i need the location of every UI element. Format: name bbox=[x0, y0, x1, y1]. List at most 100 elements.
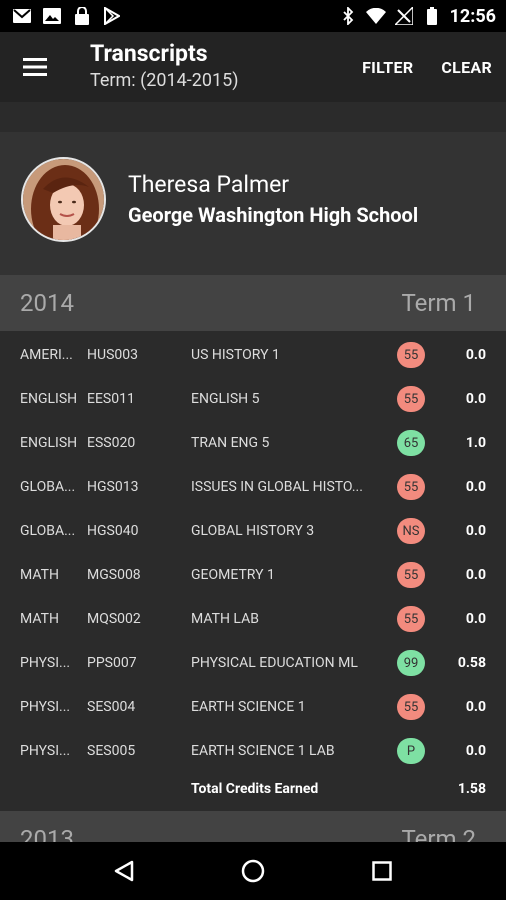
course-row[interactable]: ENGLISH ESS020 TRAN ENG 5 65 1.0 bbox=[0, 421, 506, 465]
course-title: ISSUES IN GLOBAL HISTO... bbox=[191, 479, 363, 495]
back-triangle-icon bbox=[115, 860, 134, 882]
course-row[interactable]: MATH MGS008 GEOMETRY 1 55 0.0 bbox=[0, 553, 506, 597]
home-button[interactable] bbox=[233, 851, 273, 891]
grade-badge: 55 bbox=[397, 386, 425, 412]
course-subject: PHYSI... bbox=[20, 655, 71, 671]
course-code: PPS007 bbox=[87, 655, 137, 671]
course-code: SES005 bbox=[87, 743, 136, 759]
lock-icon bbox=[72, 6, 92, 26]
profile-text: Theresa Palmer George Washington High Sc… bbox=[128, 170, 418, 230]
course-credit: 0.0 bbox=[465, 347, 486, 363]
course-subject: GLOBA... bbox=[20, 523, 76, 539]
course-code: MGS008 bbox=[87, 567, 141, 583]
top-spacer bbox=[0, 102, 506, 132]
student-name: Theresa Palmer bbox=[128, 170, 290, 198]
home-circle-icon bbox=[241, 859, 265, 883]
course-credit: 1.0 bbox=[465, 435, 486, 451]
term-header[interactable]: 2013 Term 2 bbox=[0, 811, 506, 842]
course-credit: 0.0 bbox=[465, 479, 486, 495]
course-subject: GLOBA... bbox=[20, 479, 76, 495]
course-credit: 0.0 bbox=[465, 391, 486, 407]
wifi-icon bbox=[365, 6, 386, 26]
course-title: PHYSICAL EDUCATION ML bbox=[191, 655, 358, 671]
menu-button[interactable] bbox=[0, 32, 70, 102]
course-credit: 0.0 bbox=[465, 743, 486, 759]
course-subject: MATH bbox=[20, 567, 59, 583]
system-icons: 12:56 bbox=[338, 6, 496, 27]
no-signal-icon bbox=[394, 6, 414, 26]
navigation-bar bbox=[0, 842, 506, 900]
course-subject: AMERI... bbox=[20, 347, 73, 363]
title-block: Transcripts Term: (2014-2015) bbox=[70, 40, 348, 94]
course-list: AMERI... HUS003 US HISTORY 1 55 0.0 ENGLISH EE… bbox=[0, 333, 506, 773]
course-title: EARTH SCIENCE 1 LAB bbox=[191, 743, 335, 759]
grade-badge: 65 bbox=[397, 430, 425, 456]
course-code: EES011 bbox=[87, 391, 135, 407]
term-year: 2014 bbox=[20, 289, 74, 317]
avatar bbox=[21, 157, 106, 242]
course-title: TRAN ENG 5 bbox=[191, 435, 270, 451]
status-time: 12:56 bbox=[449, 5, 496, 27]
course-code: MQS002 bbox=[87, 611, 141, 627]
course-row[interactable]: PHYSI... SES004 EARTH SCIENCE 1 55 0.0 bbox=[0, 685, 506, 729]
course-title: MATH LAB bbox=[191, 611, 259, 627]
clear-button[interactable]: CLEAR bbox=[427, 58, 506, 77]
term-name: Term 2 bbox=[401, 825, 476, 842]
course-row[interactable]: PHYSI... PPS007 PHYSICAL EDUCATION ML 99 0.5… bbox=[0, 641, 506, 685]
course-credit: 0.0 bbox=[465, 567, 486, 583]
image-icon bbox=[42, 6, 62, 26]
grade-badge: 55 bbox=[397, 562, 425, 588]
total-credits-label: Total Credits Earned bbox=[191, 781, 319, 797]
course-code: HGS040 bbox=[87, 523, 139, 539]
course-row[interactable]: MATH MQS002 MATH LAB 55 0.0 bbox=[0, 597, 506, 641]
grade-badge: 99 bbox=[397, 650, 425, 676]
course-row[interactable]: GLOBA... HGS040 GLOBAL HISTORY 3 NS 0.0 bbox=[0, 509, 506, 553]
recents-button[interactable] bbox=[362, 851, 402, 891]
app-bar: Transcripts Term: (2014-2015) FILTER CLE… bbox=[0, 32, 506, 102]
term-subtitle: Term: (2014-2015) bbox=[90, 70, 239, 91]
grade-badge: P bbox=[397, 738, 425, 764]
grade-badge: 55 bbox=[397, 694, 425, 720]
course-row[interactable]: AMERI... HUS003 US HISTORY 1 55 0.0 bbox=[0, 333, 506, 377]
hamburger-menu-icon bbox=[23, 58, 47, 76]
course-title: GLOBAL HISTORY 3 bbox=[191, 523, 315, 539]
course-row[interactable]: PHYSI... SES005 EARTH SCIENCE 1 LAB P 0.0 bbox=[0, 729, 506, 773]
course-credit: 0.0 bbox=[465, 699, 486, 715]
bluetooth-icon bbox=[338, 6, 358, 26]
total-credits-value: 1.58 bbox=[457, 781, 486, 797]
school-name: George Washington High School bbox=[128, 202, 419, 227]
course-credit: 0.58 bbox=[457, 655, 486, 671]
notification-icons bbox=[12, 6, 122, 26]
course-row[interactable]: ENGLISH EES011 ENGLISH 5 55 0.0 bbox=[0, 377, 506, 421]
course-subject: ENGLISH bbox=[20, 391, 78, 407]
course-row[interactable]: GLOBA... HGS013 ISSUES IN GLOBAL HISTO... 5… bbox=[0, 465, 506, 509]
page-title: Transcripts bbox=[90, 40, 208, 67]
gmail-icon bbox=[12, 6, 32, 26]
grade-badge: 55 bbox=[397, 342, 425, 368]
grade-badge: 55 bbox=[397, 606, 425, 632]
filter-button[interactable]: FILTER bbox=[348, 58, 427, 77]
course-subject: PHYSI... bbox=[20, 743, 71, 759]
term-header[interactable]: 2014 Term 1 bbox=[0, 275, 506, 331]
profile-spacer bbox=[0, 267, 506, 275]
term-year: 2013 bbox=[20, 825, 74, 842]
course-title: GEOMETRY 1 bbox=[191, 567, 275, 583]
course-title: EARTH SCIENCE 1 bbox=[191, 699, 306, 715]
course-code: ESS020 bbox=[87, 435, 136, 451]
transcript-content[interactable]: Theresa Palmer George Washington High Sc… bbox=[0, 102, 506, 842]
student-profile: Theresa Palmer George Washington High Sc… bbox=[0, 132, 506, 267]
course-credit: 0.0 bbox=[465, 611, 486, 627]
status-bar: 12:56 bbox=[0, 0, 506, 32]
total-credits-row: Total Credits Earned 1.58 bbox=[0, 773, 506, 811]
battery-icon bbox=[422, 6, 442, 26]
course-credit: 0.0 bbox=[465, 523, 486, 539]
course-title: US HISTORY 1 bbox=[191, 347, 280, 363]
course-subject: PHYSI... bbox=[20, 699, 71, 715]
course-subject: MATH bbox=[20, 611, 59, 627]
course-code: SES004 bbox=[87, 699, 136, 715]
play-store-icon bbox=[102, 6, 122, 26]
term-name: Term 1 bbox=[401, 289, 476, 317]
course-code: HGS013 bbox=[87, 479, 139, 495]
back-button[interactable] bbox=[104, 851, 144, 891]
grade-badge: 55 bbox=[397, 474, 425, 500]
